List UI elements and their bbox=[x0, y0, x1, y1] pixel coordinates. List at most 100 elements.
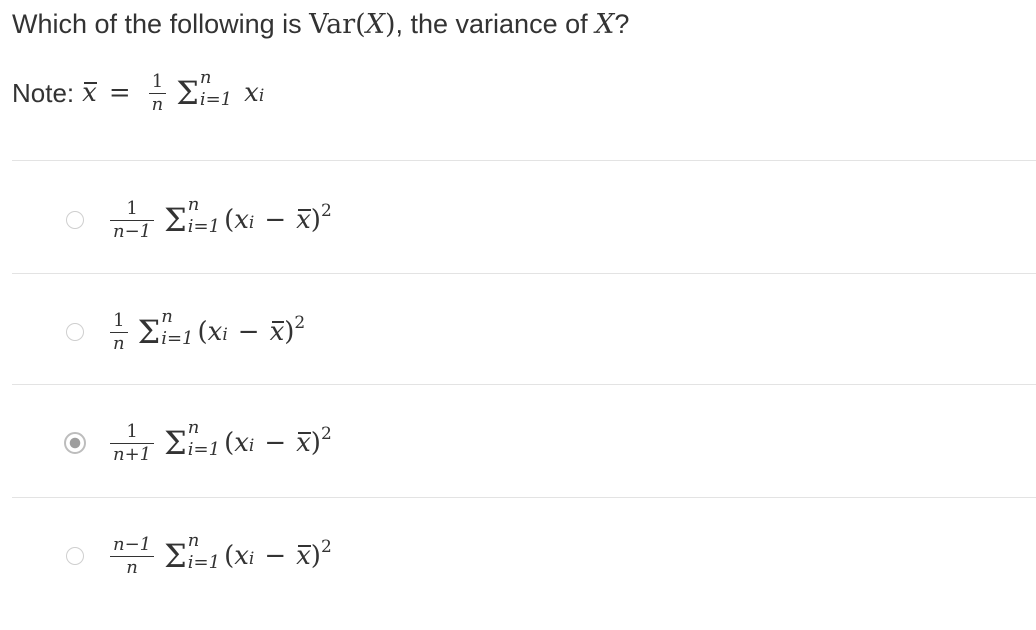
divider bbox=[12, 273, 1036, 274]
note-frac-denominator: n bbox=[151, 93, 164, 115]
option-close-paren: ) bbox=[310, 205, 321, 235]
radio-button[interactable] bbox=[66, 323, 84, 341]
option-close-paren: ) bbox=[310, 541, 321, 571]
option-sum-lower: i=1 bbox=[187, 216, 221, 237]
radio-button-selected[interactable] bbox=[64, 432, 86, 454]
option-open-paren: ( bbox=[224, 205, 235, 235]
option-power: 2 bbox=[320, 537, 332, 557]
option-x-sub: i bbox=[248, 213, 255, 233]
option-summation: Σ n i=1 bbox=[137, 308, 194, 351]
option-sigma: Σ bbox=[164, 424, 187, 462]
option-x: x bbox=[234, 541, 249, 571]
note-sum-upper: n bbox=[199, 67, 212, 88]
radio-button[interactable] bbox=[66, 211, 84, 229]
question-mark: ? bbox=[614, 9, 630, 39]
option-term: (x i − x) 2 bbox=[197, 313, 306, 347]
option-minus: − bbox=[264, 541, 287, 571]
option-power: 2 bbox=[320, 201, 332, 221]
option-term: (x i − x) 2 bbox=[224, 424, 332, 458]
option-term: (x i − x) 2 bbox=[224, 537, 332, 571]
divider bbox=[12, 160, 1036, 161]
answer-option-2[interactable]: 1 n Σ n i=1 (x i − x) 2 bbox=[66, 292, 305, 372]
option-fraction: 1 n+1 bbox=[110, 420, 155, 465]
option-x: x bbox=[234, 205, 249, 235]
question-prefix: Which of the following is bbox=[12, 9, 310, 39]
option-frac-denominator: n bbox=[113, 332, 125, 354]
question-text: Which of the following is Var(X), the va… bbox=[12, 4, 629, 45]
option-frac-denominator: n bbox=[126, 556, 138, 578]
note-summation: Σ n i=1 bbox=[176, 69, 233, 112]
option-sum-upper: n bbox=[161, 306, 173, 327]
question-x-symbol: X bbox=[595, 9, 615, 40]
note-formula: x = 1 n Σ n i=1 xi bbox=[82, 69, 264, 115]
option-formula: 1 n−1 Σ n i=1 (x i − x) 2 bbox=[104, 196, 332, 242]
answer-option-4[interactable]: n−1 n Σ n i=1 (x i − x) 2 bbox=[66, 516, 332, 596]
option-summation: Σ n i=1 bbox=[164, 419, 221, 462]
note-term-sub: i bbox=[258, 86, 265, 106]
option-xbar: x bbox=[296, 541, 311, 571]
option-frac-denominator: n+1 bbox=[113, 443, 152, 465]
note-term: xi bbox=[244, 78, 264, 108]
option-sum-lower: i=1 bbox=[161, 328, 194, 349]
divider bbox=[12, 497, 1036, 498]
option-formula: n−1 n Σ n i=1 (x i − x) 2 bbox=[104, 532, 332, 578]
var-open-paren: ( bbox=[355, 9, 366, 40]
answer-option-3[interactable]: 1 n+1 Σ n i=1 (x i − x) 2 bbox=[64, 403, 332, 483]
option-term: (x i − x) 2 bbox=[224, 201, 332, 235]
var-close-paren: ) bbox=[384, 9, 396, 40]
note-line: Note: x = 1 n Σ n i=1 xi bbox=[12, 68, 264, 118]
option-x: x bbox=[207, 317, 223, 347]
option-frac-numerator: 1 bbox=[126, 197, 138, 219]
option-sum-lower: i=1 bbox=[187, 552, 221, 573]
option-fraction: 1 n bbox=[110, 309, 128, 354]
option-frac-denominator: n−1 bbox=[113, 220, 152, 242]
option-formula: 1 n Σ n i=1 (x i − x) 2 bbox=[104, 308, 306, 354]
option-power: 2 bbox=[294, 313, 306, 333]
option-power: 2 bbox=[320, 424, 332, 444]
var-function-name: Var bbox=[309, 9, 356, 40]
option-open-paren: ( bbox=[197, 317, 208, 347]
option-xbar: x bbox=[269, 317, 285, 347]
option-x-sub: i bbox=[222, 325, 228, 345]
answer-option-1[interactable]: 1 n−1 Σ n i=1 (x i − x) 2 bbox=[66, 180, 332, 260]
radio-button[interactable] bbox=[66, 547, 84, 565]
option-sum-upper: n bbox=[187, 417, 200, 438]
option-frac-numerator: 1 bbox=[126, 420, 138, 442]
question-middle: , the variance of bbox=[395, 9, 596, 39]
option-summation: Σ n i=1 bbox=[164, 532, 221, 575]
option-fraction: n−1 n bbox=[110, 533, 155, 578]
option-close-paren: ) bbox=[310, 428, 321, 458]
option-minus: − bbox=[264, 205, 287, 235]
option-minus: − bbox=[237, 317, 260, 347]
note-label: Note: bbox=[12, 77, 75, 108]
option-sigma: Σ bbox=[164, 201, 187, 239]
option-xbar: x bbox=[296, 428, 311, 458]
option-frac-numerator: 1 bbox=[113, 309, 125, 331]
divider bbox=[12, 384, 1036, 385]
option-sum-upper: n bbox=[187, 530, 200, 551]
option-x-sub: i bbox=[248, 549, 255, 569]
note-equals: = bbox=[108, 78, 131, 108]
option-sigma: Σ bbox=[137, 313, 161, 351]
note-sum-lower: i=1 bbox=[199, 89, 233, 110]
option-sum-lower: i=1 bbox=[187, 439, 221, 460]
note-sigma: Σ bbox=[176, 74, 199, 112]
option-open-paren: ( bbox=[224, 541, 235, 571]
option-sigma: Σ bbox=[164, 537, 187, 575]
option-open-paren: ( bbox=[224, 428, 235, 458]
option-x-sub: i bbox=[248, 436, 255, 456]
option-xbar: x bbox=[296, 205, 311, 235]
note-xbar: x bbox=[82, 78, 97, 108]
note-term-x: x bbox=[244, 78, 259, 108]
option-minus: − bbox=[264, 428, 287, 458]
var-argument: X bbox=[365, 9, 385, 40]
option-fraction: 1 n−1 bbox=[110, 197, 155, 242]
option-sum-upper: n bbox=[187, 194, 200, 215]
option-x: x bbox=[234, 428, 249, 458]
option-frac-numerator: n−1 bbox=[113, 533, 152, 555]
note-frac-numerator: 1 bbox=[151, 70, 164, 92]
option-close-paren: ) bbox=[284, 317, 295, 347]
option-formula: 1 n+1 Σ n i=1 (x i − x) 2 bbox=[104, 419, 332, 465]
option-summation: Σ n i=1 bbox=[164, 196, 221, 239]
note-fraction: 1 n bbox=[148, 70, 167, 115]
